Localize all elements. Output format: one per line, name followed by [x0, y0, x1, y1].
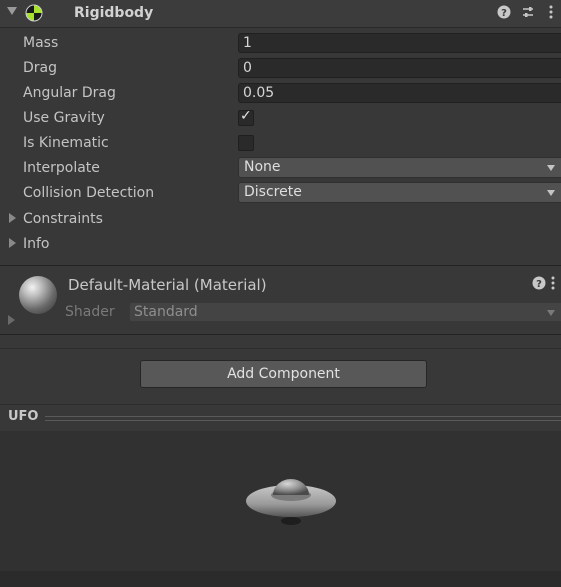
is-kinematic-label: Is Kinematic — [23, 135, 109, 151]
preview-title: UFO — [8, 409, 39, 424]
preview-drag-handle[interactable] — [45, 416, 561, 421]
component-title: Rigidbody — [74, 5, 154, 21]
mass-label: Mass — [23, 35, 59, 51]
more-icon[interactable] — [550, 276, 556, 294]
svg-text:?: ? — [501, 8, 507, 19]
is-kinematic-checkbox[interactable] — [238, 135, 254, 151]
material-foldout-icon[interactable] — [8, 315, 15, 325]
drag-label: Drag — [23, 60, 58, 76]
shader-label: Shader — [65, 304, 115, 320]
shader-value: Standard — [134, 304, 198, 320]
help-icon[interactable]: ? — [497, 5, 511, 23]
chevron-down-icon — [547, 165, 555, 171]
info-foldout[interactable]: Info — [23, 236, 50, 252]
collision-detection-value: Discrete — [244, 184, 302, 200]
preset-icon[interactable] — [521, 5, 535, 23]
angular-drag-field[interactable]: 0.05 — [238, 83, 561, 103]
material-title: Default-Material (Material) — [68, 276, 267, 294]
angular-drag-label: Angular Drag — [23, 85, 116, 101]
preview-panel[interactable] — [0, 431, 561, 571]
mass-field[interactable]: 1 — [238, 33, 561, 53]
use-gravity-label: Use Gravity — [23, 110, 105, 126]
drag-field[interactable]: 0 — [238, 58, 561, 78]
collision-detection-label: Collision Detection — [23, 185, 155, 201]
rigidbody-header[interactable]: Rigidbody ? — [0, 0, 561, 28]
chevron-down-icon — [547, 310, 555, 316]
add-component-button[interactable]: Add Component — [140, 360, 427, 388]
foldout-arrow-icon[interactable] — [7, 7, 17, 15]
material-sphere-icon[interactable] — [19, 276, 57, 314]
shader-dropdown[interactable]: Standard — [129, 302, 561, 322]
constraints-foldout-icon[interactable] — [9, 213, 16, 223]
interpolate-dropdown[interactable]: None — [238, 157, 561, 178]
collision-detection-dropdown[interactable]: Discrete — [238, 182, 561, 203]
interpolate-label: Interpolate — [23, 160, 100, 176]
divider — [0, 334, 561, 335]
preview-footer — [0, 571, 561, 587]
info-foldout-icon[interactable] — [9, 238, 16, 248]
use-gravity-checkbox[interactable]: ✓ — [238, 108, 254, 126]
chevron-down-icon — [547, 190, 555, 196]
constraints-foldout[interactable]: Constraints — [23, 211, 103, 227]
svg-text:?: ? — [536, 279, 542, 290]
checkmark-icon: ✓ — [240, 108, 252, 124]
divider — [0, 348, 561, 349]
interpolate-value: None — [244, 159, 281, 175]
help-icon[interactable]: ? — [532, 276, 546, 294]
rigidbody-icon — [25, 4, 43, 22]
ufo-model-icon — [246, 479, 336, 525]
divider — [0, 404, 561, 405]
more-icon[interactable] — [548, 5, 554, 23]
